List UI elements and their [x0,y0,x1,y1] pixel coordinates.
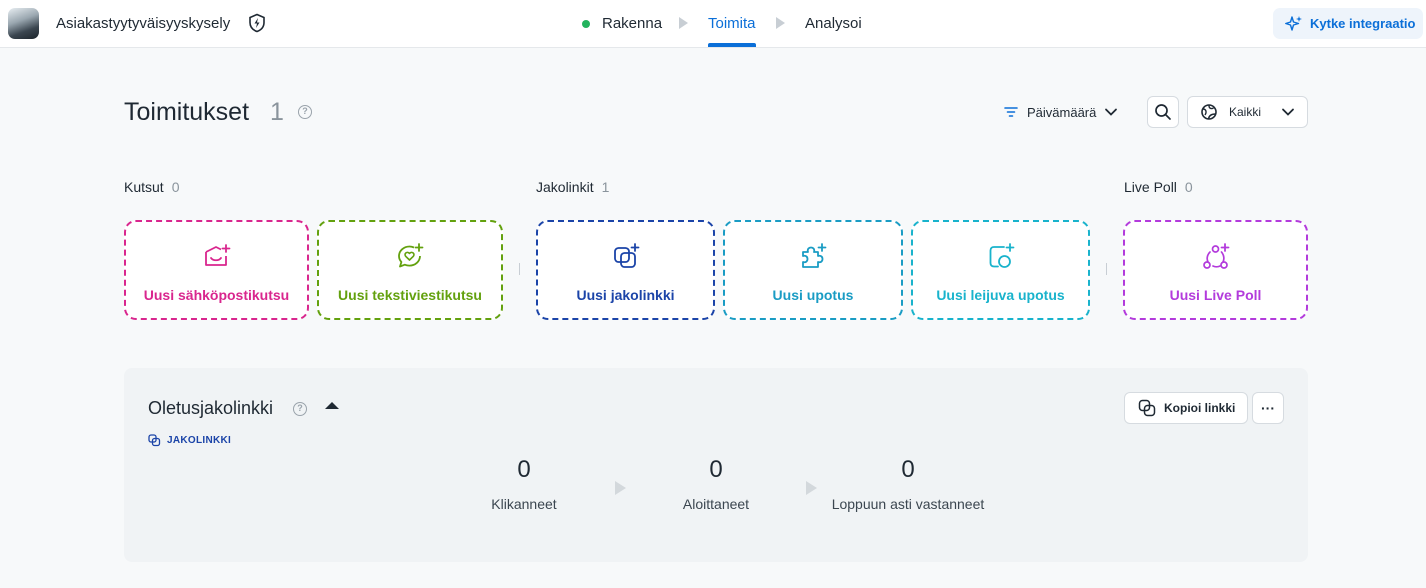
filter-lines-icon [1004,107,1018,117]
survey-title[interactable]: Asiakastyytyväisyyskysely [56,15,230,32]
copy-link-label: Kopioi linkki [1164,401,1236,415]
stat-value: 0 [901,456,915,483]
section-invitations: Kutsut 0 [124,179,180,195]
connect-integration-button[interactable]: Kytke integraatio [1273,8,1423,39]
more-options-button[interactable]: ··· [1252,392,1284,424]
copy-link-icon [1138,399,1156,417]
card-label: Uusi jakolinkki [576,287,675,303]
sparkle-icon [1285,15,1302,31]
chevron-down-icon [1105,108,1118,116]
page-title: Toimitukset [124,98,250,126]
section-label: Kutsut [124,179,164,195]
funnel-arrow-icon [615,481,626,495]
funnel-arrow-icon [806,481,817,495]
build-status-dot [582,20,590,28]
card-label: Uusi sähköpostikutsu [143,287,290,303]
new-embed-card[interactable]: Uusi upotus [723,220,903,320]
new-share-link-card[interactable]: Uusi jakolinkki [536,220,715,320]
new-email-invite-card[interactable]: Uusi sähköpostikutsu [124,220,309,320]
more-options-icon: ··· [1261,400,1275,416]
stat-value: 0 [517,456,531,483]
default-share-link-panel: Oletusjakolinkki ? JAKOLINKKI Kopioi lin… [124,368,1308,562]
sort-by-date-button[interactable]: Päivämäärä [1003,101,1118,123]
help-icon[interactable]: ? [293,402,307,416]
stat-value: 0 [709,456,723,483]
badge-label: JAKOLINKKI [167,435,232,446]
envelope-smile-icon [204,244,230,266]
section-divider [519,263,520,275]
channel-filter-select[interactable]: Kaikki [1187,96,1308,128]
stat-label: Aloittaneet [682,496,750,512]
chevron-down-icon [1282,108,1294,116]
section-live-poll: Live Poll 0 [1124,179,1193,195]
stat-label: Loppuun asti vastanneet [831,496,985,512]
active-step-underline [708,43,756,47]
card-label: Uusi upotus [772,287,854,303]
stat-clicked: 0 Klikanneet [479,456,569,512]
step-deliver[interactable]: Toimita [708,15,756,32]
connect-integration-label: Kytke integraatio [1310,16,1416,31]
page-title-count: 1 [270,98,284,126]
card-label: Uusi leijuva upotus [936,287,1065,303]
card-label: Uusi tekstiviestikutsu [338,287,482,303]
copy-link-button[interactable]: Kopioi linkki [1124,392,1248,424]
help-icon[interactable]: ? [298,105,312,119]
chat-heart-icon [398,243,424,268]
new-floating-embed-card[interactable]: Uusi leijuva upotus [911,220,1090,320]
step-build[interactable]: Rakenna [602,15,662,32]
search-icon [1155,104,1171,120]
stat-started: 0 Aloittaneet [656,456,776,512]
live-poll-nodes-icon [1202,243,1229,269]
panel-title: Oletusjakolinkki [148,398,274,418]
collapse-caret-icon[interactable] [325,402,339,409]
sort-label: Päivämäärä [1027,104,1097,120]
section-count: 0 [1184,179,1193,195]
new-live-poll-card[interactable]: Uusi Live Poll [1123,220,1308,320]
globe-icon [1201,104,1217,120]
section-count: 0 [171,179,180,195]
survey-thumbnail[interactable] [8,8,39,39]
stat-completed: 0 Loppuun asti vastanneet [818,456,998,512]
card-label: Uusi Live Poll [1169,287,1262,303]
section-divider [1106,263,1107,275]
section-label: Live Poll [1124,179,1177,195]
section-share-links: Jakolinkit 1 [536,179,609,195]
floating-window-icon [989,243,1014,268]
section-label: Jakolinkit [536,179,594,195]
step-arrow-icon [776,17,785,29]
stat-label: Klikanneet [491,496,557,512]
section-count: 1 [601,179,610,195]
step-arrow-icon [679,17,688,29]
new-sms-invite-card[interactable]: Uusi tekstiviestikutsu [317,220,503,320]
puzzle-piece-icon [802,243,827,268]
link-squares-icon [148,434,161,447]
filter-label: Kaikki [1229,105,1262,119]
lightning-shield-icon[interactable] [247,13,267,33]
share-link-badge: JAKOLINKKI [148,434,231,447]
step-analyze[interactable]: Analysoi [805,15,862,32]
link-squares-icon [613,243,639,268]
search-button[interactable] [1147,96,1179,128]
top-bar: Asiakastyytyväisyyskysely Rakenna Toimit… [0,0,1426,48]
